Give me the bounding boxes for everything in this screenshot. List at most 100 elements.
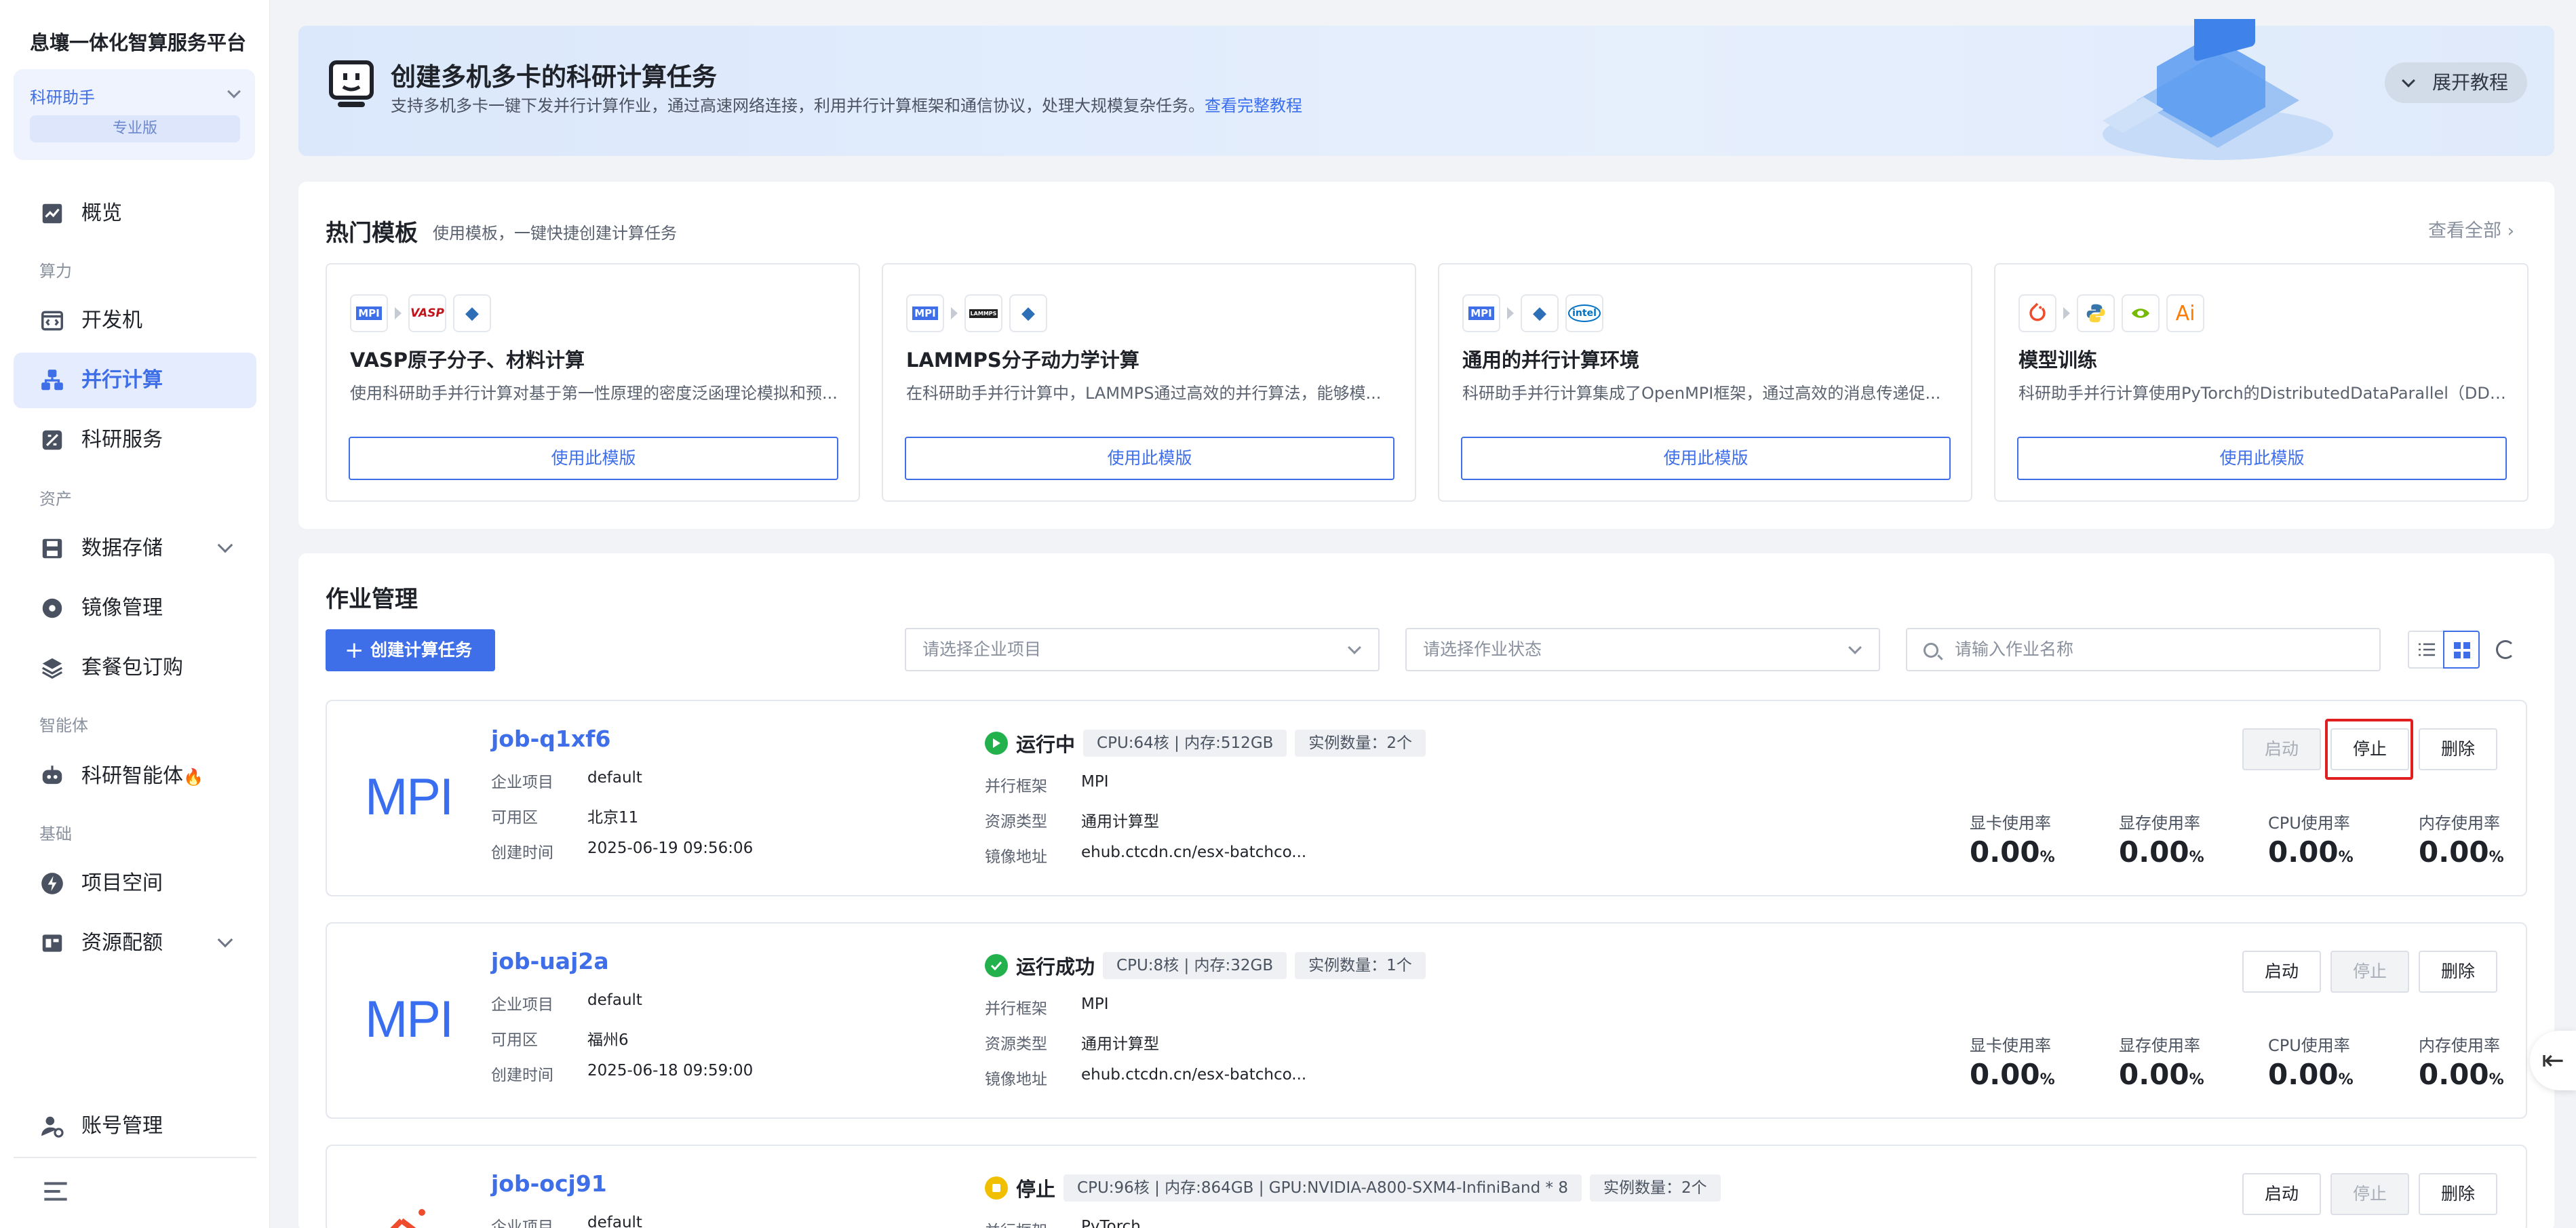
sidebar: 息壤一体化智算服务平台 科研助手 专业版 概览 算力 开发机 并行计算 科研服务… (0, 0, 270, 1228)
use-template-button[interactable]: 使用此模版 (2017, 437, 2507, 480)
status-text: 运行中 (1016, 733, 1076, 756)
chevron-right-icon: › (2507, 221, 2514, 241)
sidebar-item-account[interactable]: 账号管理 (14, 1098, 256, 1154)
delete-button[interactable]: 删除 (2419, 728, 2497, 770)
sidebar-item-label: 科研智能体🔥 (81, 764, 203, 788)
python-icon (2077, 294, 2115, 332)
pytorch-logo-icon (390, 1209, 425, 1228)
sidebar-item-quota[interactable]: 资源配额 (14, 915, 256, 971)
field-label: 并行框架 (985, 1000, 1047, 1018)
job-card: MPI job-q1xf6 企业项目 default 可用区 北京11 创建时间… (326, 700, 2527, 896)
sidebar-item-research[interactable]: 科研服务 (14, 412, 256, 468)
cluster-icon (41, 370, 63, 391)
status-text: 运行成功 (1016, 955, 1095, 978)
sidebar-item-packages[interactable]: 套餐包订购 (14, 640, 256, 696)
job-name-link[interactable]: job-uaj2a (491, 948, 609, 974)
field-label: 镜像地址 (985, 1071, 1047, 1088)
status-filter-select[interactable]: 请选择作业状态 (1405, 628, 1880, 671)
spec-badge: CPU:8核 | 内存:32GB (1103, 952, 1287, 979)
template-card[interactable]: MPI LAMMPS ◆ LAMMPS分子动力学计算 在科研助手并行计算中，LA… (882, 263, 1416, 502)
user-gear-icon (41, 1116, 64, 1138)
edition-badge: 专业版 (30, 115, 240, 142)
mpi-icon: MPI (350, 294, 388, 332)
arrow-icon (395, 307, 402, 319)
instances-badge: 实例数量：2个 (1295, 730, 1426, 757)
job-search-input[interactable]: 请输入作业名称 (1906, 628, 2381, 671)
template-desc: 使用科研助手并行计算对基于第一性原理的密度泛函理论模拟和预... (350, 384, 838, 403)
job-status: 运行成功 CPU:8核 | 内存:32GB 实例数量：1个 (985, 952, 1426, 979)
use-template-button[interactable]: 使用此模版 (905, 437, 1394, 480)
banner-subtitle: 支持多机多卡一键下发并行计算作业，通过高速网络连接，利用并行计算框架和通信协议，… (391, 96, 1302, 115)
field-label: 并行框架 (985, 1218, 1047, 1228)
start-button[interactable]: 启动 (2242, 1173, 2321, 1215)
field-value: 通用计算型 (1081, 1035, 1159, 1053)
diamond-icon: ◆ (453, 294, 491, 332)
template-desc: 科研助手并行计算使用PyTorch的DistributedDataParalle… (2018, 384, 2508, 403)
sidebar-item-overview[interactable]: 概览 (14, 186, 256, 241)
metric-label: 显存使用率 (2119, 814, 2200, 833)
refresh-icon[interactable] (2496, 640, 2515, 659)
sidebar-item-label: 数据存储 (81, 536, 163, 560)
sidebar-item-label: 账号管理 (81, 1114, 163, 1138)
sidebar-item-parallel[interactable]: 并行计算 (14, 353, 256, 408)
field-label: 创建时间 (491, 1067, 553, 1084)
use-template-button[interactable]: 使用此模版 (1461, 437, 1951, 480)
field-value: 北京11 (587, 809, 639, 827)
field-value: 福州6 (587, 1031, 629, 1049)
job-name-link[interactable]: job-q1xf6 (491, 726, 611, 752)
field-label: 资源类型 (985, 813, 1047, 831)
stop-button[interactable]: 停止 (2330, 951, 2409, 993)
template-name: 通用的并行计算环境 (1462, 349, 1640, 372)
chevron-down-icon (217, 932, 233, 948)
menu-collapse-icon[interactable] (42, 1180, 69, 1203)
job-name-link[interactable]: job-ocj91 (491, 1170, 607, 1197)
start-button[interactable]: 启动 (2242, 728, 2321, 770)
sidebar-item-label: 资源配额 (81, 931, 163, 955)
view-all-link[interactable]: 查看全部 › (2428, 216, 2514, 242)
delete-button[interactable]: 删除 (2419, 1173, 2497, 1215)
template-name: LAMMPS分子动力学计算 (906, 349, 1139, 372)
project-switcher[interactable]: 科研助手 专业版 (14, 69, 255, 160)
delete-button[interactable]: 删除 (2419, 951, 2497, 993)
template-desc: 科研助手并行计算集成了OpenMPI框架，通过高效的消息传递促... (1462, 384, 1941, 403)
stop-button[interactable]: 停止 (2330, 1173, 2409, 1215)
divider (14, 1157, 256, 1158)
use-template-button[interactable]: 使用此模版 (349, 437, 838, 480)
sidebar-item-devbox[interactable]: 开发机 (14, 293, 256, 349)
metric-label: CPU使用率 (2268, 814, 2350, 833)
arrow-icon (2063, 307, 2070, 319)
illustration-image (2103, 19, 2333, 160)
disc-icon (42, 598, 62, 618)
sidebar-item-label: 并行计算 (81, 368, 163, 392)
robot-face-icon (329, 60, 374, 107)
ai-icon: Ai (2166, 294, 2204, 332)
field-value: 2025-06-19 09:56:06 (587, 839, 754, 857)
search-icon (1924, 643, 1938, 658)
section-label: 算力 (39, 262, 72, 281)
stop-button-highlight (2325, 719, 2413, 780)
sidebar-item-storage[interactable]: 数据存储 (14, 521, 256, 576)
template-desc: 在科研助手并行计算中，LAMMPS通过高效的并行算法，能够模... (906, 384, 1382, 403)
tutorial-link[interactable]: 查看完整教程 (1205, 96, 1302, 115)
sidebar-item-workspace[interactable]: 项目空间 (14, 856, 256, 911)
expand-tutorial-button[interactable]: 展开教程 (2385, 62, 2527, 103)
grid-view-button[interactable] (2443, 631, 2480, 669)
list-view-button[interactable] (2408, 631, 2444, 669)
sidebar-item-images[interactable]: 镜像管理 (14, 580, 256, 636)
start-button[interactable]: 启动 (2242, 951, 2321, 993)
create-job-button[interactable]: + 创建计算任务 (326, 629, 495, 671)
diamond-icon: ◆ (1009, 294, 1047, 332)
field-value: default (587, 991, 642, 1009)
job-logo: MPI (365, 991, 454, 1048)
template-card[interactable]: MPI ◆ intel 通用的并行计算环境 科研助手并行计算集成了OpenMPI… (1438, 263, 1972, 502)
spec-badge: CPU:96核 | 内存:864GB | GPU:NVIDIA-A800-SXM… (1063, 1174, 1582, 1202)
play-icon (985, 732, 1008, 755)
check-icon (985, 954, 1008, 977)
template-card[interactable]: MPI VASP ◆ VASP原子分子、材料计算 使用科研助手并行计算对基于第一… (326, 263, 860, 502)
project-filter-select[interactable]: 请选择企业项目 (905, 628, 1380, 671)
field-value: MPI (1081, 995, 1109, 1013)
list-icon (2419, 643, 2435, 656)
sidebar-item-agent[interactable]: 科研智能体🔥 (14, 749, 256, 804)
template-card[interactable]: Ai 模型训练 科研助手并行计算使用PyTorch的DistributedDat… (1994, 263, 2529, 502)
field-label: 可用区 (491, 809, 538, 827)
